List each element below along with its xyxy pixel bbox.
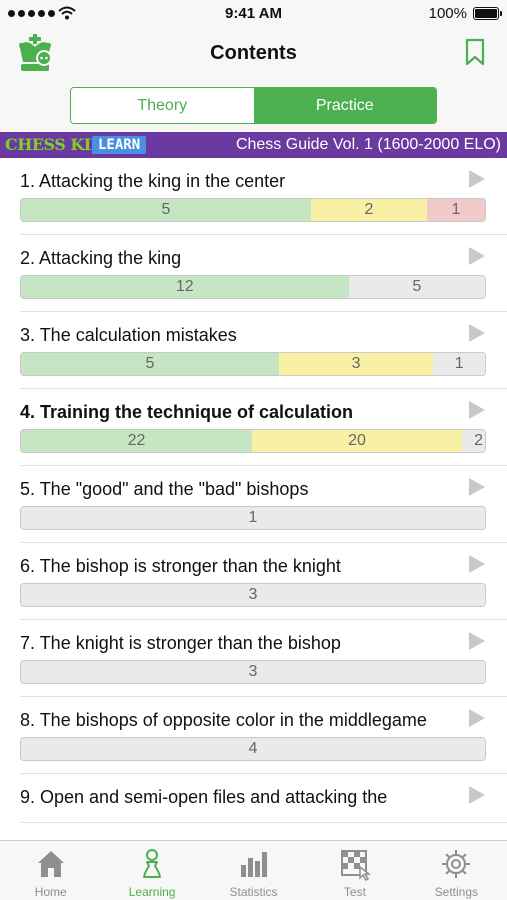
play-arrow-icon[interactable] <box>469 478 485 496</box>
chapter-row[interactable]: 7. The knight is stronger than the bisho… <box>20 620 507 697</box>
tab-label: Settings <box>434 885 478 899</box>
pawn-icon <box>143 849 162 878</box>
tab-learning[interactable]: Learning <box>101 841 202 900</box>
chapter-row[interactable]: 5. The "good" and the "bad" bishops 1 <box>20 466 507 543</box>
progress-segment-gray: 5 <box>348 276 485 298</box>
chapter-title: 9. Open and semi-open files and attackin… <box>20 787 388 807</box>
chapter-title: 2. Attacking the king <box>20 248 182 268</box>
progress-segment-red: 1 <box>427 199 485 221</box>
progress-bar: 12 5 <box>20 275 486 299</box>
play-arrow-icon[interactable] <box>469 632 485 650</box>
page-title: Contents <box>210 42 297 64</box>
tab-label: Learning <box>128 885 176 899</box>
chapter-title: 8. The bishops of opposite color in the … <box>20 710 427 730</box>
gear-icon <box>442 850 471 878</box>
course-banner: CHESS KING LEARN Chess Guide Vol. 1 (160… <box>0 132 507 158</box>
course-title: Chess Guide Vol. 1 (1600-2000 ELO) <box>235 136 501 153</box>
progress-segment-yellow: 3 <box>278 353 434 375</box>
progress-bar: 1 <box>20 506 486 530</box>
status-bar: 9:41 AM 100% <box>0 0 507 28</box>
progress-segment-green: 22 <box>21 430 252 452</box>
chapter-list[interactable]: 1. Attacking the king in the center 5 2 1 2.… <box>0 158 507 840</box>
tab-label: Home <box>34 885 67 899</box>
tab-test[interactable]: Test <box>304 841 405 900</box>
play-arrow-icon[interactable] <box>469 247 485 265</box>
chessboard-icon <box>340 850 372 881</box>
play-arrow-icon[interactable] <box>469 170 485 188</box>
progress-bar: 3 <box>20 583 486 607</box>
navigation-bar: Contents <box>0 28 507 78</box>
play-arrow-icon[interactable] <box>469 324 485 342</box>
chapter-row[interactable]: 6. The bishop is stronger than the knigh… <box>20 543 507 620</box>
tab-label: Statistics <box>229 885 278 899</box>
chapter-row[interactable]: 4. Training the technique of calculation… <box>20 389 507 466</box>
tab-bar: Home Learning Statistics Test Settings <box>0 840 507 900</box>
play-arrow-icon[interactable] <box>469 786 485 804</box>
progress-bar: 22 20 2 <box>20 429 486 453</box>
progress-segment-green: 5 <box>21 353 279 375</box>
tab-home[interactable]: Home <box>0 841 101 900</box>
segment-container: Theory Practice <box>0 78 507 132</box>
chapter-row[interactable]: 9. Open and semi-open files and attackin… <box>20 774 507 823</box>
play-arrow-icon[interactable] <box>469 401 485 419</box>
progress-segment-gray: 1 <box>21 507 485 529</box>
chapter-title: 3. The calculation mistakes <box>20 325 237 345</box>
tab-statistics[interactable]: Statistics <box>203 841 304 900</box>
chapter-title: 6. The bishop is stronger than the knigh… <box>20 556 341 576</box>
progress-bar: 521 <box>20 198 486 222</box>
progress-segment-yellow: 20 <box>252 430 462 452</box>
tab-label: Test <box>343 885 366 899</box>
chapter-row[interactable]: 2. Attacking the king 12 5 <box>20 235 507 312</box>
progress-segment-yellow: 2 <box>311 199 427 221</box>
learn-badge: LEARN <box>92 136 147 154</box>
chapter-title: 4. Training the technique of calculation <box>20 402 354 422</box>
chapter-row[interactable]: 3. The calculation mistakes 5 3 1 <box>20 312 507 389</box>
progress-bar: 4 <box>20 737 486 761</box>
progress-segment-gray: 2 <box>462 430 485 452</box>
play-arrow-icon[interactable] <box>469 555 485 573</box>
tab-theory[interactable]: Theory <box>71 88 254 123</box>
bookmark-icon[interactable] <box>465 38 485 66</box>
tab-practice[interactable]: Practice <box>253 88 436 123</box>
chapter-title: 7. The knight is stronger than the bisho… <box>20 633 341 653</box>
progress-segment-green: 12 <box>21 276 349 298</box>
progress-bar: 531 <box>20 352 486 376</box>
progress-bar: 3 <box>20 660 486 684</box>
progress-segment-green: 5 <box>21 199 311 221</box>
battery-percentage: 100% <box>428 5 467 22</box>
progress-segment-gray: 1 <box>433 353 485 375</box>
progress-segment-gray: 3 <box>21 584 485 606</box>
progress-segment-gray: 4 <box>21 738 485 760</box>
theory-practice-segmented-control: Theory Practice <box>70 87 437 124</box>
battery-icon <box>473 7 502 20</box>
play-arrow-icon[interactable] <box>469 709 485 727</box>
home-icon <box>37 851 64 877</box>
chapter-title: 5. The "good" and the "bad" bishops <box>20 479 309 499</box>
chapter-row[interactable]: 8. The bishops of opposite color in the … <box>20 697 507 774</box>
tab-settings[interactable]: Settings <box>406 841 507 900</box>
bar-chart-icon <box>240 852 267 877</box>
progress-segment-gray: 3 <box>21 661 485 683</box>
chapter-title: 1. Attacking the king in the center <box>20 171 286 191</box>
chapter-row[interactable]: 1. Attacking the king in the center 5 2 1 <box>20 158 507 235</box>
